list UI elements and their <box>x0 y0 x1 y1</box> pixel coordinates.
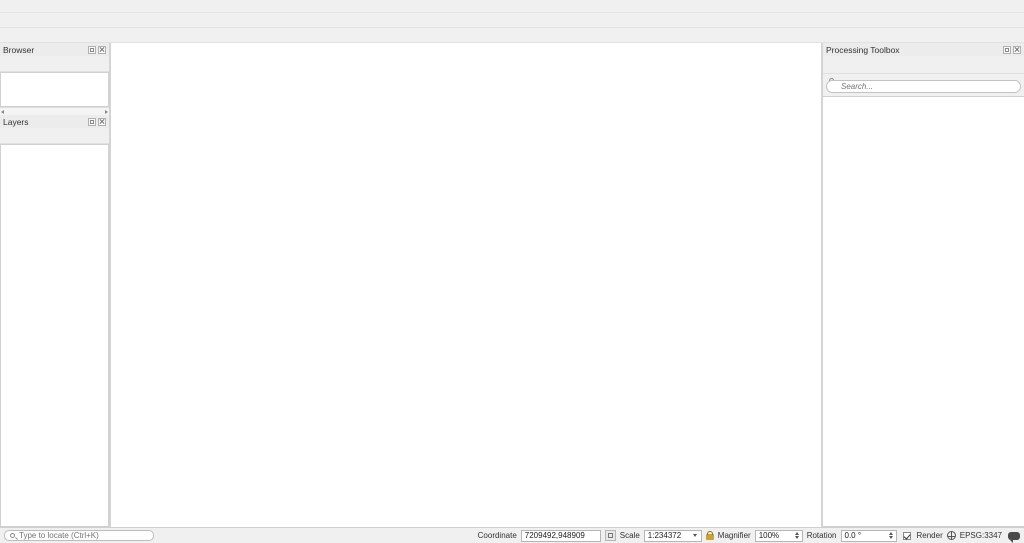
coordinate-field[interactable]: 7209492,948909 <box>521 530 601 542</box>
epsg-status[interactable]: EPSG:3347 <box>960 531 1002 540</box>
toronto-da-map[interactable] <box>111 43 818 527</box>
browser-panel: Browser <box>0 43 109 115</box>
magnifier-up-icon[interactable] <box>795 532 799 535</box>
magnifier-value: 100% <box>759 531 779 540</box>
rotation-value: 0.0 ° <box>845 531 862 540</box>
processing-search-input[interactable] <box>826 80 1021 93</box>
coordinate-label: Coordinate <box>478 531 517 540</box>
browser-hscrollbar[interactable] <box>0 107 109 115</box>
crs-globe-icon[interactable] <box>947 531 956 540</box>
scale-combobox[interactable]: 1:234372 <box>644 530 702 542</box>
layers-list <box>0 144 109 527</box>
layers-panel: Layers <box>0 115 109 527</box>
scale-label: Scale <box>620 531 640 540</box>
browser-tree <box>0 72 109 107</box>
magnifier-label: Magnifier <box>718 531 751 540</box>
locate-search-icon <box>10 533 15 538</box>
toggle-extents-icon[interactable] <box>605 530 616 541</box>
scale-value: 1:234372 <box>648 531 681 540</box>
workspace: Browser Layers <box>0 43 1024 527</box>
left-dock: Browser Layers <box>0 43 111 527</box>
map-canvas[interactable] <box>111 43 821 527</box>
browser-close-button[interactable] <box>98 46 106 54</box>
toolbar-row-1 <box>0 13 1024 28</box>
rotation-label: Rotation <box>807 531 837 540</box>
rotation-spinbox[interactable]: 0.0 ° <box>841 530 897 542</box>
layers-float-button[interactable] <box>88 118 96 126</box>
layers-panel-title: Layers <box>3 117 29 127</box>
layers-close-button[interactable] <box>98 118 106 126</box>
processing-float-button[interactable] <box>1003 46 1011 54</box>
menu-bar <box>0 0 1024 13</box>
browser-panel-title: Browser <box>3 45 34 55</box>
rotation-up-icon[interactable] <box>889 532 893 535</box>
rotation-down-icon[interactable] <box>889 536 893 539</box>
status-bar: Coordinate 7209492,948909 Scale 1:234372… <box>0 527 1024 543</box>
lock-scale-icon[interactable] <box>706 534 714 540</box>
scale-dropdown-icon[interactable] <box>693 534 697 537</box>
magnifier-spinbox[interactable]: 100% <box>755 530 803 542</box>
processing-toolbox-panel: Processing Toolbox <box>821 43 1024 527</box>
locator-input[interactable] <box>4 530 154 541</box>
toolbar-row-2 <box>0 28 1024 43</box>
processing-close-button[interactable] <box>1013 46 1021 54</box>
render-label: Render <box>917 531 943 540</box>
messages-icon[interactable] <box>1008 532 1020 540</box>
scroll-right-icon[interactable] <box>105 110 108 114</box>
magnifier-down-icon[interactable] <box>795 536 799 539</box>
browser-float-button[interactable] <box>88 46 96 54</box>
processing-panel-title: Processing Toolbox <box>826 45 900 55</box>
scroll-left-icon[interactable] <box>1 110 4 114</box>
processing-algorithm-tree <box>823 96 1024 527</box>
render-checkbox[interactable] <box>903 532 911 540</box>
